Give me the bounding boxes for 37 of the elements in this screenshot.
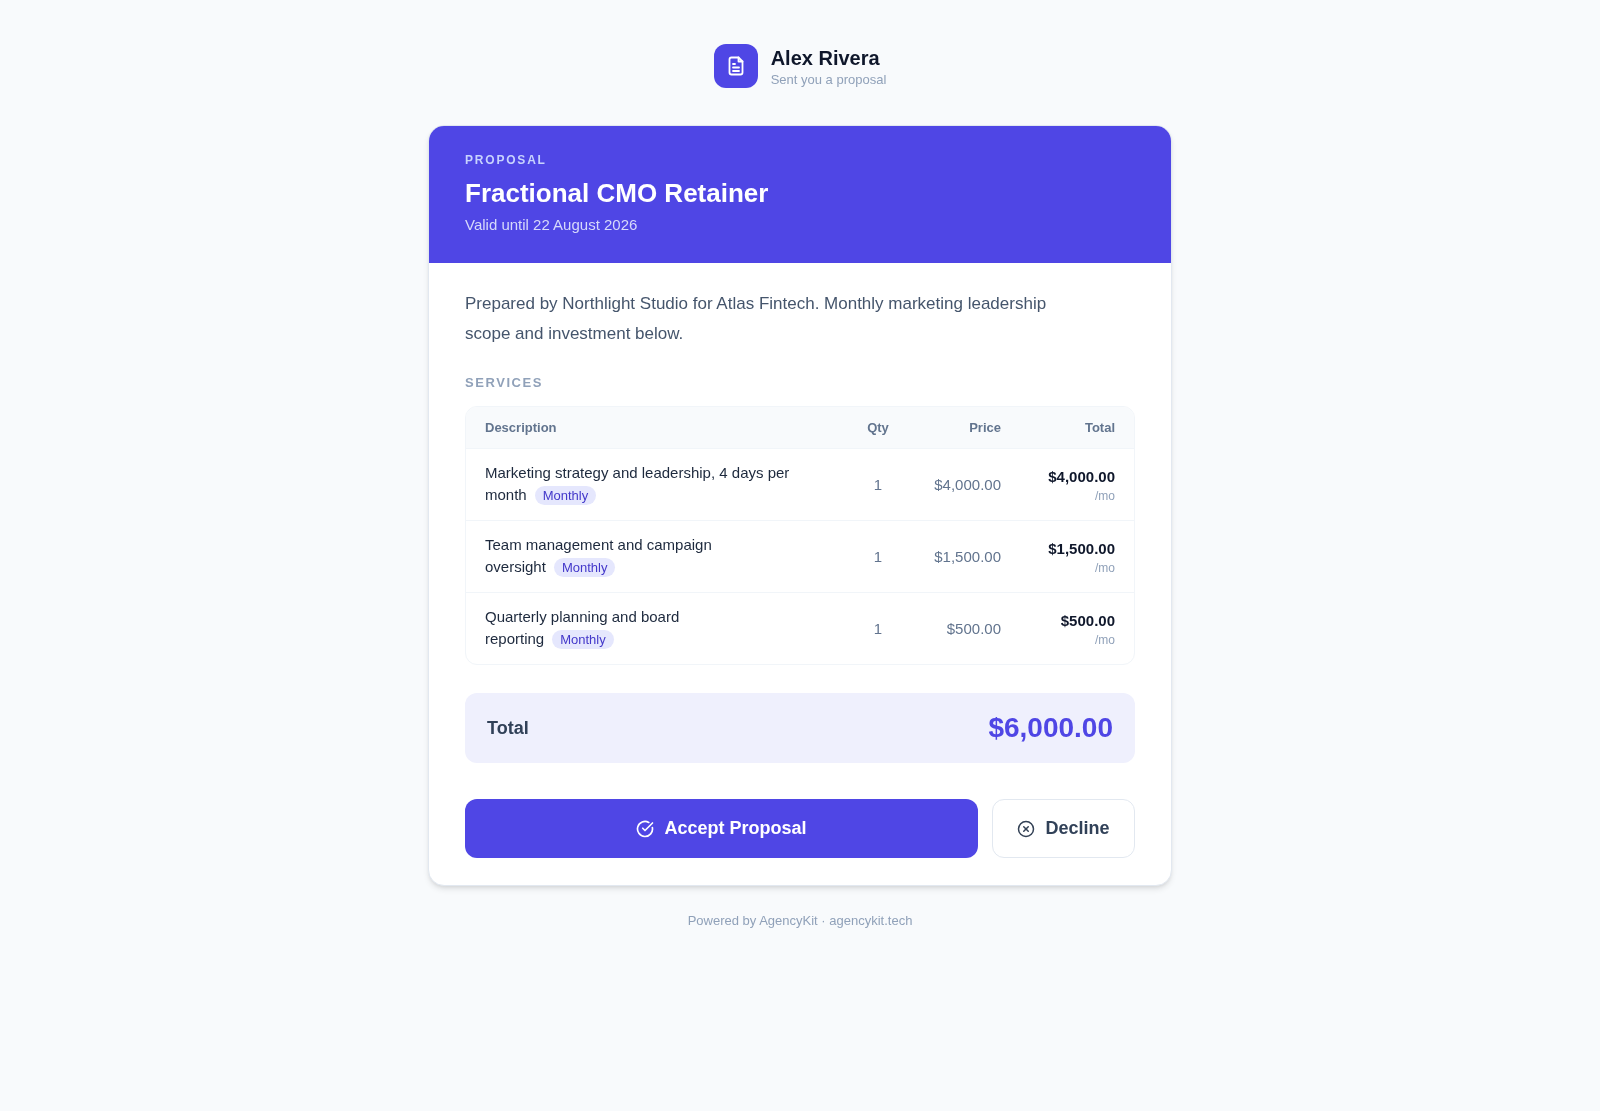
frequency-badge: Monthly	[534, 486, 597, 505]
proposal-eyebrow: PROPOSAL	[465, 152, 547, 168]
billing-unit: /mo	[1095, 487, 1115, 504]
billing-unit: /mo	[1095, 559, 1115, 576]
price-cell: $4,000.00	[934, 475, 1001, 493]
document-icon	[713, 44, 758, 88]
section-heading: SERVICES	[465, 375, 543, 391]
quantity-cell: 1	[873, 475, 883, 493]
validity-date: Valid until 22 August 2026	[465, 215, 638, 235]
price-cell: $500.00	[946, 619, 1001, 637]
service-description: Marketing strategy and leadership, 4 days per month Monthly	[485, 463, 791, 506]
frequency-badge: Monthly	[553, 558, 616, 577]
total-label: Total	[487, 716, 529, 740]
billing-unit: /mo	[1095, 631, 1115, 648]
column-header: Description	[485, 418, 558, 437]
close-circle-icon	[1017, 819, 1036, 838]
service-description: Quarterly planning and board reporting Monthly	[485, 607, 681, 650]
footer-text: Powered by AgencyKit · agencykit.tech	[687, 912, 913, 930]
column-header: Qty	[866, 418, 890, 437]
line-total: $1,500.00	[1048, 538, 1115, 559]
intro-text: Prepared by Northlight Studio for Atlas Fintech. Monthly marketing leadership scope and investment below.	[465, 293, 1048, 345]
line-total: $500.00	[1060, 610, 1115, 631]
quantity-cell: 1	[873, 547, 883, 565]
column-header: Total	[1083, 418, 1115, 437]
quantity-cell: 1	[873, 619, 883, 637]
decline-button[interactable]: Decline	[992, 799, 1135, 858]
column-header: Price	[968, 418, 1001, 437]
total-amount: $6,000.00	[988, 711, 1113, 745]
line-total: $4,000.00	[1048, 466, 1115, 487]
frequency-badge: Monthly	[552, 630, 614, 649]
price-cell: $1,500.00	[934, 547, 1001, 565]
sender-subtitle: Sent you a proposal	[770, 70, 887, 88]
check-circle-icon	[636, 819, 655, 838]
accept-button[interactable]: Accept Proposal	[465, 799, 978, 858]
proposal-title: Fractional CMO Retainer	[465, 177, 769, 210]
sender-name: Alex Rivera	[770, 45, 880, 71]
service-description: Team management and campaign oversight Monthly	[485, 535, 713, 578]
